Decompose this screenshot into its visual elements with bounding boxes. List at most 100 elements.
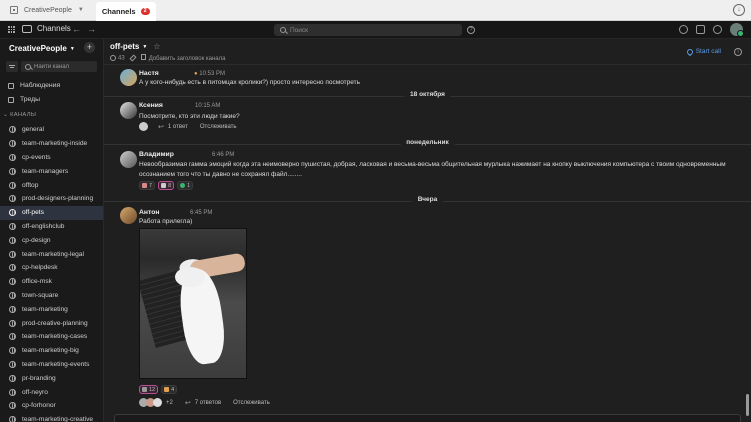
info-icon[interactable]: i [734,48,742,56]
message-author[interactable]: Антон [139,209,160,216]
sidebar-channel[interactable]: team-marketing-events [0,358,103,372]
team-name[interactable]: CreativePeople ▼ [9,44,75,53]
message-time[interactable]: 6:46 PM [212,152,234,158]
add-button[interactable]: + [84,42,95,53]
chevron-down-icon: ▼ [77,7,84,13]
tab-badge: 2 [140,7,150,15]
search-input[interactable] [290,26,450,34]
date-separator: 18 октября [104,91,751,101]
sidebar-channel[interactable]: team-marketing-legal [0,247,103,261]
user-avatar[interactable] [730,23,744,37]
workspace-icon [10,6,18,14]
message-time[interactable]: 10:15 AM [195,103,220,109]
back-arrow-icon[interactable]: ← [72,24,87,34]
sidebar-channel[interactable]: team-managers [0,164,103,178]
avatar[interactable] [120,102,137,119]
channels-section-header[interactable]: ⌄ КАНАЛЫ [3,112,36,118]
sidebar-channel[interactable]: town-square [0,289,103,303]
sidebar-channel[interactable]: prod-designers-planning [0,192,103,206]
globe-icon [9,305,16,313]
green-heart-icon [180,183,186,188]
replies-link[interactable]: 7 ответов [195,400,221,406]
date-separator: Вчера [104,196,751,206]
member-count[interactable]: 43 [110,54,125,61]
sidebar-channel[interactable]: office-msk [0,275,103,289]
channel-label: team-marketing-events [22,360,90,368]
reaction[interactable]: 1 [177,181,194,190]
sidebar-channel[interactable]: team-marketing-inside [0,137,103,151]
reaction[interactable]: 4 [161,385,178,394]
reaction[interactable]: 8 [158,181,175,190]
replies-link[interactable]: 1 ответ [168,124,188,130]
forward-arrow-icon[interactable]: → [87,24,102,34]
channel-label: team-marketing-creative [22,416,94,422]
sidebar-channel[interactable]: off-neyro [0,385,103,399]
message-author[interactable]: Настя [139,70,159,77]
tab-channels[interactable]: Channels 2 [95,1,156,21]
avatar[interactable] [120,207,137,224]
sidebar-channel-general[interactable]: general [0,123,103,137]
time-value: 10:53 PM [199,71,225,77]
download-icon[interactable]: ↓ [733,4,745,16]
sidebar-channel[interactable]: pr-branding [0,371,103,385]
reaction[interactable]: 7 [139,181,156,190]
sidebar-channel[interactable]: team-marketing [0,302,103,316]
globe-icon [9,416,16,422]
channel-label: off-englishclub [22,222,65,230]
workspace-name: CreativePeople [24,6,72,14]
avatar[interactable] [120,69,137,86]
sidebar-channel[interactable]: team-marketing-big [0,344,103,358]
avatar[interactable] [120,151,137,168]
sidebar-channel[interactable]: team-marketing-creative [0,413,103,422]
sidebar-channel[interactable]: off-englishclub [0,220,103,234]
sidebar-channel[interactable]: team-marketing-cases [0,330,103,344]
reaction[interactable]: 12 [139,385,159,394]
message-composer[interactable] [114,414,741,422]
apps-grid-icon[interactable] [8,26,15,33]
search-box[interactable] [274,24,462,36]
date-label: Вчера [411,196,444,203]
find-channel-box[interactable] [21,61,97,72]
sidebar-channel[interactable]: prod-creative-planning [0,316,103,330]
chevron-down-icon: ▼ [142,43,148,50]
favorite-star-icon[interactable]: ☆ [153,42,160,51]
message-author[interactable]: Владимир [139,151,174,158]
channel-label: team-marketing-inside [22,140,88,148]
settings-gear-icon[interactable] [713,25,722,34]
saved-icon[interactable] [696,25,705,34]
message-time[interactable]: 6:45 PM [190,210,212,216]
attached-photo[interactable] [139,228,247,379]
reaction-count: 8 [168,182,172,189]
sidebar-channel[interactable]: cp-forhonor [0,399,103,413]
filter-icon[interactable] [6,61,18,72]
history-nav[interactable]: ←→ [72,24,102,34]
start-call-button[interactable]: Start call [685,47,721,56]
scrollbar[interactable] [746,394,749,416]
reply-arrow-icon: ↩ [158,123,164,131]
sidebar-channel[interactable]: cp-design [0,233,103,247]
sidebar-channel-active[interactable]: off-pets [0,205,103,220]
product-channels[interactable]: Channels [22,24,71,33]
sidebar-item-threads[interactable]: Треды [0,93,103,106]
emoji-icon [142,183,147,188]
sidebar-channel[interactable]: cp-helpdesk [0,261,103,275]
sidebar-item-insights[interactable]: Наблюдения [0,79,103,92]
pin-icon[interactable] [129,54,137,62]
sidebar-channel[interactable]: cp-events [0,151,103,165]
globe-icon [9,250,16,258]
message-author[interactable]: Ксения [139,102,163,109]
reply-arrow-icon: ↩ [184,399,191,407]
add-header-link[interactable]: Добавить заголовок канала [140,54,225,62]
follow-button[interactable]: Отслеживать [200,124,237,130]
find-channel-input[interactable] [34,63,96,70]
thread-footer: ↩ 1 ответ Отслеживать [139,122,237,131]
sidebar-channel[interactable]: offtop [0,178,103,192]
workspace-switcher[interactable]: CreativePeople ▼ [0,0,92,21]
help-icon[interactable]: ? [467,26,475,34]
channel-label: team-marketing-big [22,347,79,355]
follow-button[interactable]: Отслеживать [233,400,270,406]
mentions-icon[interactable] [679,25,688,34]
channel-title[interactable]: off-pets ▼ ☆ [110,42,160,51]
channel-label: town-square [22,291,59,299]
message-time[interactable]: ● 10:53 PM [194,71,225,77]
